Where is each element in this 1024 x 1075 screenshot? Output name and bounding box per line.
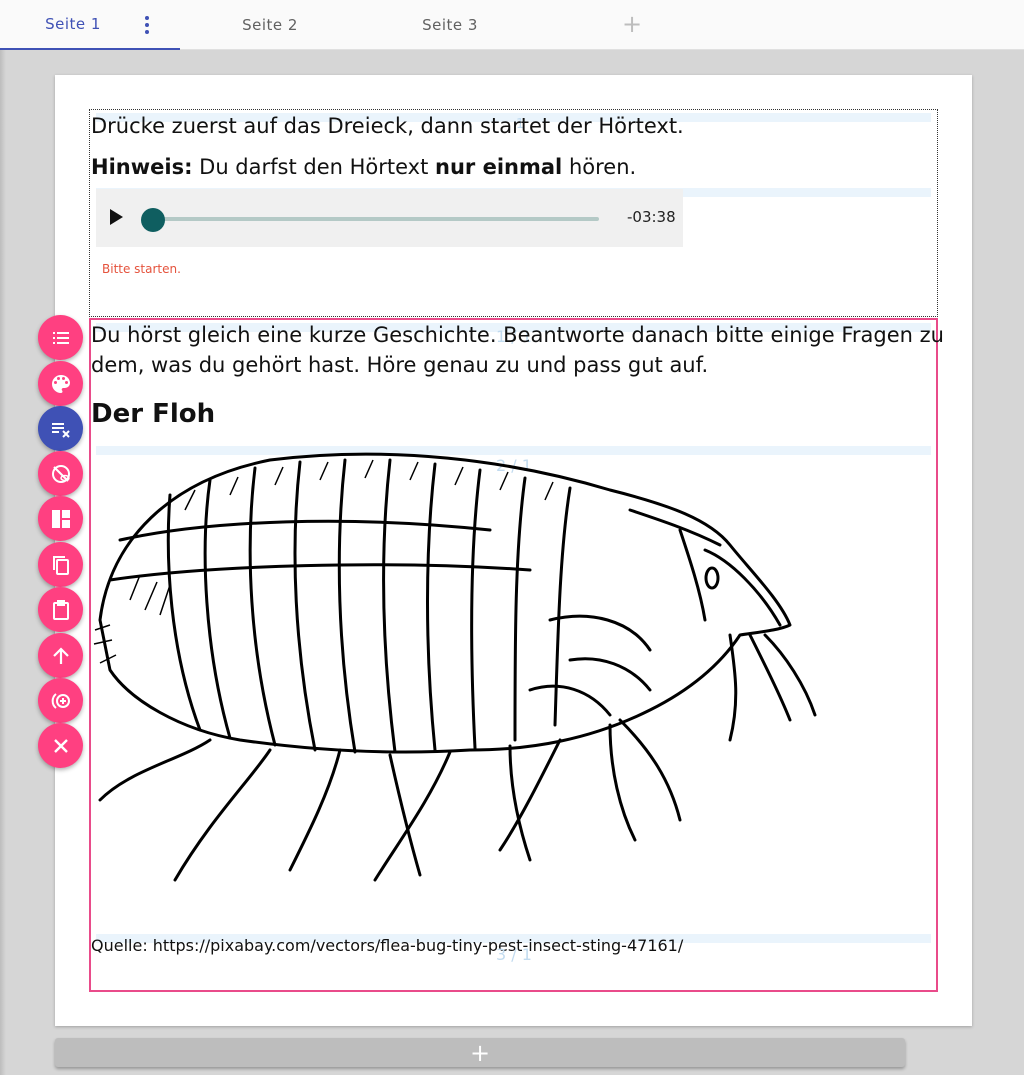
move-up-button[interactable] xyxy=(38,633,83,678)
page-tab-bar: Seite 1 Seite 2 Seite 3 + xyxy=(0,0,1024,50)
paste-button[interactable] xyxy=(38,587,83,632)
copy-button[interactable] xyxy=(38,542,83,587)
arrow-up-icon xyxy=(52,646,69,664)
audio-player: -03:38 xyxy=(96,189,683,247)
add-element-button[interactable] xyxy=(38,678,83,723)
tab-menu-icon[interactable] xyxy=(138,13,156,37)
instruction-text: Drücke zuerst auf das Dreieck, dann star… xyxy=(91,114,684,138)
left-shadow xyxy=(0,50,6,1075)
hint-emphasis: nur einmal xyxy=(435,155,563,179)
close-icon xyxy=(53,738,68,753)
visibility-button[interactable] xyxy=(38,451,83,496)
tab-label: Seite 2 xyxy=(242,16,298,34)
tab-label: Seite 3 xyxy=(422,16,478,34)
intro-line-1: Du hörst gleich eine kurze Geschichte. B… xyxy=(91,323,944,347)
play-icon[interactable] xyxy=(110,209,123,225)
visibility-icon xyxy=(51,464,70,483)
tab-seite-2[interactable]: Seite 2 xyxy=(180,0,360,50)
image-source-text: Quelle: https://pixabay.com/vectors/flea… xyxy=(91,936,684,955)
story-title: Der Floh xyxy=(91,399,216,429)
palette-icon xyxy=(51,374,70,393)
hint-text-before: Du darfst den Hörtext xyxy=(199,155,429,179)
tab-seite-3[interactable]: Seite 3 xyxy=(360,0,540,50)
clear-list-button[interactable] xyxy=(38,406,83,451)
flea-illustration xyxy=(93,452,817,882)
guide-number: 3 / 1 xyxy=(496,945,532,964)
audio-time-remaining: -03:38 xyxy=(627,208,676,226)
hint-label: Hinweis: xyxy=(91,155,193,179)
hint-text-after: hören. xyxy=(568,155,637,179)
layout-button[interactable] xyxy=(38,496,83,541)
hint-text: Hinweis: Du darfst den Hörtext nur einma… xyxy=(91,152,636,182)
list-icon xyxy=(52,331,69,344)
audio-progress-thumb[interactable] xyxy=(141,208,165,232)
add-tab-button[interactable]: + xyxy=(618,10,646,38)
intro-line-2: dem, was du gehört hast. Höre genau zu u… xyxy=(91,353,709,377)
tab-label: Seite 1 xyxy=(45,15,101,33)
status-text: Bitte starten. xyxy=(102,262,181,276)
audio-progress-track[interactable] xyxy=(153,217,599,221)
close-button[interactable] xyxy=(38,723,83,768)
clear-list-icon xyxy=(51,422,70,438)
palette-button[interactable] xyxy=(38,361,83,406)
clipboard-icon xyxy=(52,599,69,620)
copy-icon xyxy=(52,555,69,575)
dashboard-icon xyxy=(51,509,70,528)
add-section-button[interactable]: + xyxy=(55,1038,905,1067)
list-button[interactable] xyxy=(38,315,83,360)
add-circle-icon xyxy=(51,692,70,709)
